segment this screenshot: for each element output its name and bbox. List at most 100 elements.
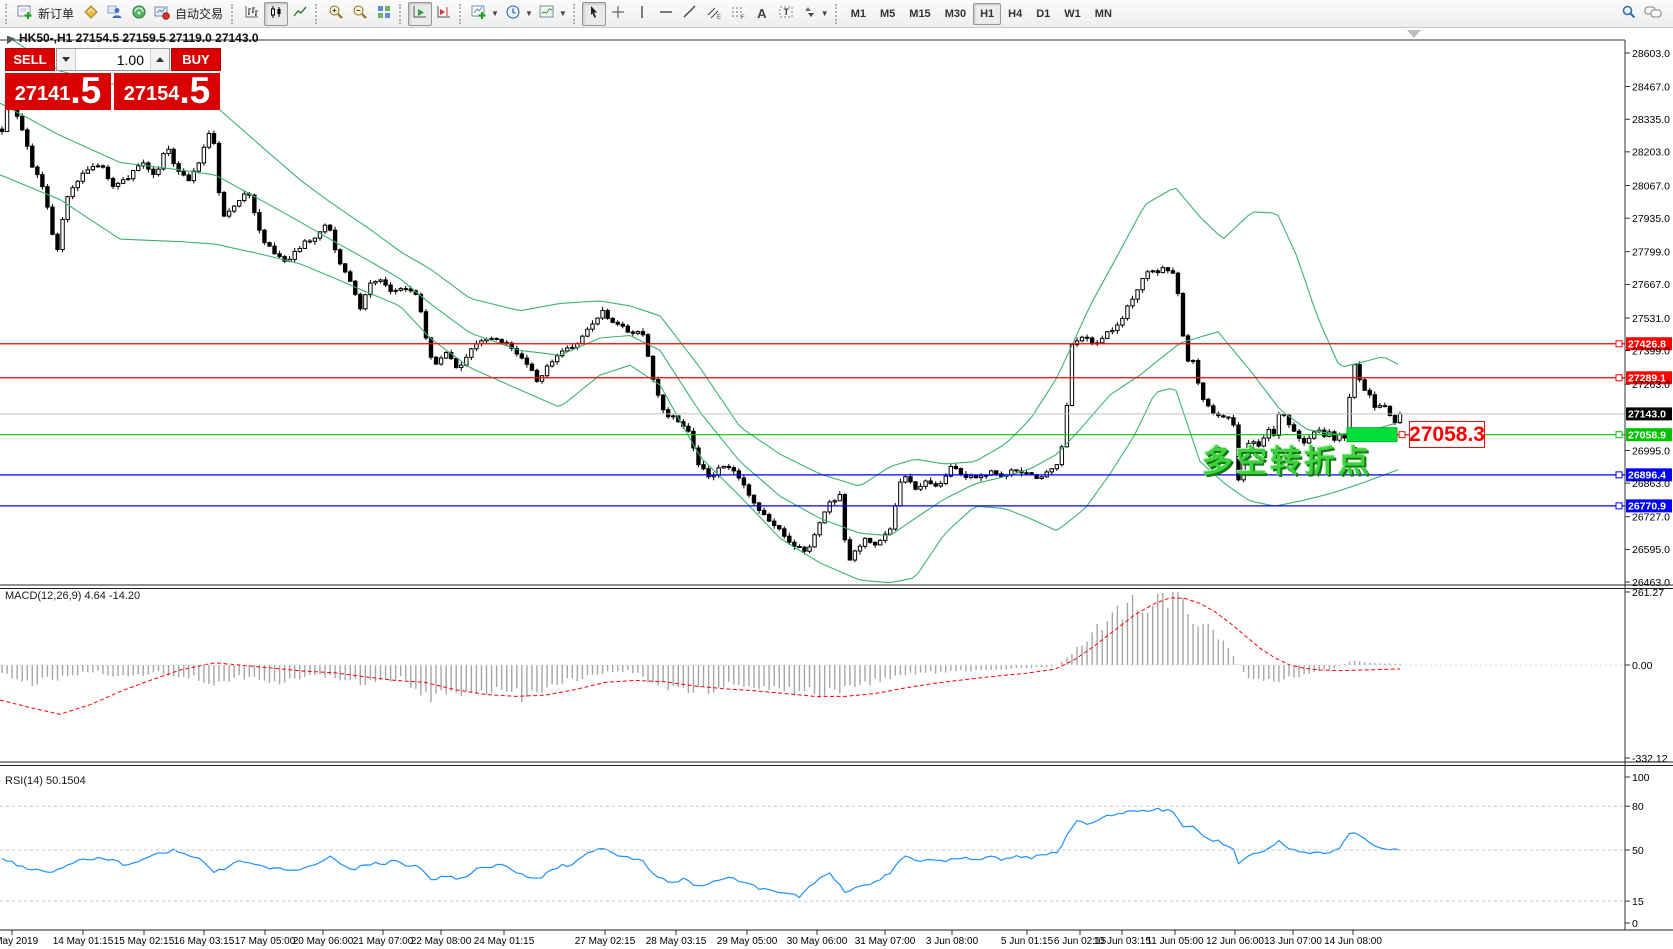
timeframe-mn-button[interactable]: MN <box>1088 3 1119 25</box>
search-icon <box>1621 4 1637 23</box>
svg-text:T: T <box>783 7 789 17</box>
profiles-button[interactable] <box>79 2 103 26</box>
periods-button[interactable]: ▼ <box>502 2 536 26</box>
svg-text:28 May 03:15: 28 May 03:15 <box>646 936 707 947</box>
toolbar-grip[interactable] <box>459 4 463 24</box>
svg-text:20 May 06:00: 20 May 06:00 <box>293 936 354 947</box>
tile-windows-icon <box>376 4 392 23</box>
text-label-tool-button[interactable]: T <box>774 2 798 26</box>
toolbar-grip[interactable] <box>231 4 235 24</box>
channel-tool-button[interactable]: E <box>702 2 726 26</box>
vertical-line-tool-button[interactable] <box>630 2 654 26</box>
turning-point-annotation[interactable]: 多空转折点 <box>1202 436 1372 481</box>
indicators-icon <box>471 4 487 23</box>
text-tool-button[interactable]: A <box>750 2 774 26</box>
indicators-button[interactable]: ▼ <box>468 2 502 26</box>
svg-text:100: 100 <box>1632 772 1650 784</box>
svg-text:11 Jun 05:00: 11 Jun 05:00 <box>1146 936 1204 947</box>
fibonacci-tool-button[interactable]: F <box>726 2 750 26</box>
candlestick-chart-icon <box>268 4 284 23</box>
svg-text:27799.0: 27799.0 <box>1632 247 1670 259</box>
toolbar-grip[interactable] <box>315 4 319 24</box>
toolbar-grip[interactable] <box>835 4 839 24</box>
timeframe-m30-button[interactable]: M30 <box>938 3 973 25</box>
sell-price-box[interactable]: 27141.5 <box>5 73 111 110</box>
timeframe-m5-button[interactable]: M5 <box>873 3 902 25</box>
autotrading-icon <box>154 4 170 23</box>
timeframe-w1-button[interactable]: W1 <box>1057 3 1088 25</box>
text-label-icon: T <box>778 4 794 23</box>
sell-button[interactable]: SELL <box>5 48 55 71</box>
new-order-button[interactable]: 新订单 <box>14 2 79 26</box>
volume-input[interactable] <box>76 49 150 70</box>
navigator-button[interactable] <box>127 2 151 26</box>
market-watch-button[interactable] <box>103 2 127 26</box>
svg-text:30 May 06:00: 30 May 06:00 <box>787 936 848 947</box>
timeframe-m15-button[interactable]: M15 <box>902 3 937 25</box>
svg-text:26595.0: 26595.0 <box>1632 544 1670 556</box>
bar-chart-mode-button[interactable] <box>240 2 264 26</box>
svg-text:27263.0: 27263.0 <box>1632 379 1670 391</box>
zoom-in-button[interactable] <box>324 2 348 26</box>
toolbar-grip[interactable] <box>399 4 403 24</box>
chart-shift-icon <box>436 4 452 23</box>
candlestick-mode-button[interactable] <box>264 2 288 26</box>
crosshair-tool-button[interactable] <box>606 2 630 26</box>
buy-button[interactable]: BUY <box>171 48 221 71</box>
svg-text:15 May 02:15: 15 May 02:15 <box>114 936 175 947</box>
chat-button[interactable] <box>1641 2 1665 26</box>
svg-text:29 May 05:00: 29 May 05:00 <box>717 936 778 947</box>
svg-text:26863.0: 26863.0 <box>1632 478 1670 490</box>
sell-price-fraction: .5 <box>70 73 101 109</box>
svg-text:E: E <box>717 15 721 20</box>
chevron-down-icon: ▼ <box>491 9 499 18</box>
clock-icon <box>505 4 521 23</box>
auto-scroll-button[interactable] <box>408 2 432 26</box>
svg-text:50: 50 <box>1632 845 1644 857</box>
timeframe-m1-button[interactable]: M1 <box>844 3 873 25</box>
navigator-icon <box>131 4 147 23</box>
svg-text:0.00: 0.00 <box>1632 660 1653 672</box>
zoom-out-button[interactable] <box>348 2 372 26</box>
toolbar-grip[interactable] <box>573 4 577 24</box>
autotrading-button[interactable]: 自动交易 <box>151 2 228 26</box>
search-button[interactable] <box>1617 2 1641 26</box>
svg-text:27 May 02:15: 27 May 02:15 <box>575 936 636 947</box>
trendline-tool-button[interactable] <box>678 2 702 26</box>
annotation-price-label[interactable]: 27058.3 <box>1409 421 1485 448</box>
buy-price-fraction: .5 <box>179 73 210 109</box>
new-order-label: 新订单 <box>36 5 76 22</box>
svg-text:27667.0: 27667.0 <box>1632 279 1670 291</box>
shapes-tool-button[interactable]: ▼ <box>798 2 832 26</box>
shapes-arrows-icon <box>801 4 817 23</box>
svg-text:10 Jun 03:15: 10 Jun 03:15 <box>1093 936 1151 947</box>
triangle-up-icon <box>156 57 164 62</box>
volume-increase-button[interactable] <box>150 49 169 70</box>
volume-decrease-button[interactable] <box>57 49 76 70</box>
line-chart-mode-button[interactable] <box>288 2 312 26</box>
chevron-down-icon: ▼ <box>821 9 829 18</box>
horizontal-line-tool-button[interactable] <box>654 2 678 26</box>
timeframe-d1-button[interactable]: D1 <box>1029 3 1057 25</box>
auto-scroll-icon <box>412 4 428 23</box>
chart-shift-button[interactable] <box>432 2 456 26</box>
one-click-collapse-icon[interactable] <box>3 32 15 43</box>
timeframe-h1-button[interactable]: H1 <box>973 3 1001 25</box>
toolbar: 新订单 自动交易 <box>0 0 1673 28</box>
timeframe-h4-button[interactable]: H4 <box>1001 3 1029 25</box>
chart-canvas[interactable]: 27426.827289.127143.027058.926896.426770… <box>0 28 1673 949</box>
svg-text:28203.0: 28203.0 <box>1632 147 1670 159</box>
svg-text:9 May 2019: 9 May 2019 <box>0 936 39 947</box>
tile-windows-button[interactable] <box>372 2 396 26</box>
buy-price-box[interactable]: 27154.5 <box>114 73 220 110</box>
svg-text:22 May 08:00: 22 May 08:00 <box>411 936 472 947</box>
scroll-to-end-marker[interactable] <box>1407 30 1421 38</box>
templates-button[interactable]: ▼ <box>536 2 570 26</box>
chart-header: HK50-,H1 27154.5 27159.5 27119.0 27143.0 <box>4 31 259 45</box>
svg-text:28467.0: 28467.0 <box>1632 81 1670 93</box>
trendline-icon <box>682 4 698 23</box>
svg-text:27058.9: 27058.9 <box>1628 429 1666 441</box>
cursor-tool-button[interactable] <box>582 2 606 26</box>
toolbar-grip[interactable] <box>5 4 9 24</box>
fibonacci-icon: F <box>730 4 746 23</box>
